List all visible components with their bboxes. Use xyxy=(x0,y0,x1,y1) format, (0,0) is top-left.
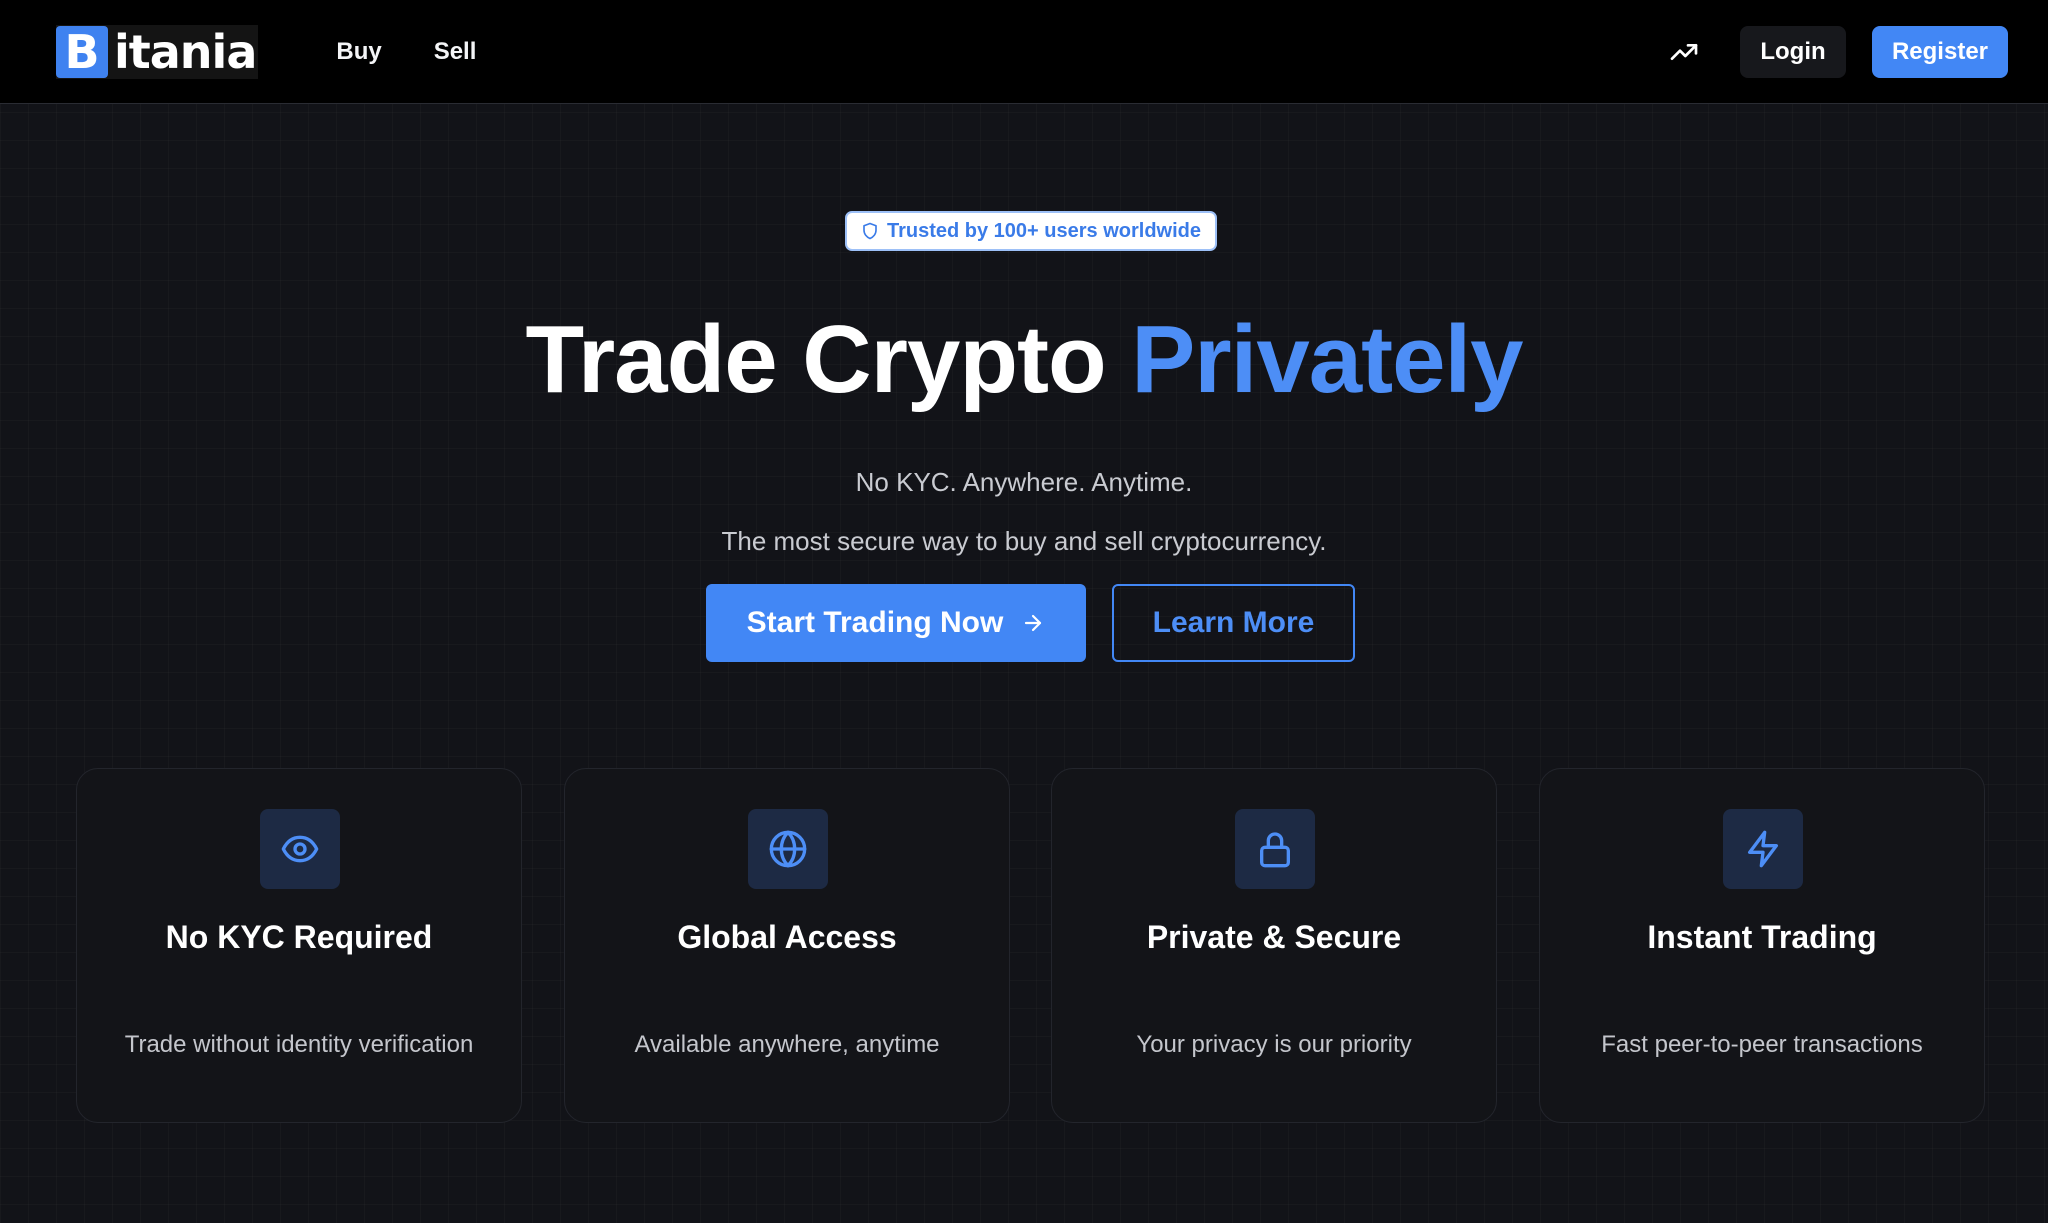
trust-badge: Trusted by 100+ users worldwide xyxy=(845,211,1217,251)
feature-icon-box xyxy=(260,809,340,889)
nav-links: Buy Sell xyxy=(336,38,476,66)
landing-page: B itania Buy Sell Login Register Trusted… xyxy=(0,0,2048,1223)
feature-description: Your privacy is our priority xyxy=(1136,1031,1412,1058)
hero-title: Trade Crypto Privately xyxy=(0,300,2048,420)
feature-card-no-kyc: No KYC Required Trade without identity v… xyxy=(76,768,522,1123)
lock-icon xyxy=(1260,832,1290,868)
navbar: B itania Buy Sell Login Register xyxy=(0,0,2048,104)
feature-card-global-access: Global Access Available anywhere, anytim… xyxy=(564,768,1010,1123)
globe-icon xyxy=(769,830,807,868)
feature-description: Trade without identity verification xyxy=(124,1031,474,1058)
feature-card-instant-trading: Instant Trading Fast peer-to-peer transa… xyxy=(1539,768,1985,1123)
eye-icon xyxy=(281,835,319,863)
feature-title: No KYC Required xyxy=(165,919,433,955)
start-trading-button[interactable]: Start Trading Now xyxy=(706,584,1086,662)
feature-icon-box xyxy=(1235,809,1315,889)
feature-description: Fast peer-to-peer transactions xyxy=(1601,1031,1923,1058)
feature-title: Instant Trading xyxy=(1647,919,1877,955)
feature-icon-box xyxy=(748,809,828,889)
feature-card-private-secure: Private & Secure Your privacy is our pri… xyxy=(1051,768,1497,1123)
shield-icon xyxy=(863,222,877,240)
register-button[interactable]: Register xyxy=(1872,25,2008,78)
logo[interactable]: B itania xyxy=(56,24,259,79)
logo-mark: B xyxy=(56,25,108,78)
hero-subtitle: The most secure way to buy and sell cryp… xyxy=(721,526,1327,556)
feature-icon-box xyxy=(1723,809,1803,889)
logo-text: itania xyxy=(114,24,257,79)
feature-title: Private & Secure xyxy=(1146,919,1402,955)
login-button[interactable]: Login xyxy=(1740,25,1846,78)
hero-tagline: No KYC. Anywhere. Anytime. xyxy=(855,467,1193,497)
lightning-icon xyxy=(1748,830,1778,868)
hero-title-main: Trade Crypto xyxy=(525,306,1106,413)
feature-description: Available anywhere, anytime xyxy=(634,1031,940,1058)
start-trading-label: Start Trading Now xyxy=(746,606,1004,639)
nav-link-sell[interactable]: Sell xyxy=(434,38,477,66)
learn-more-button[interactable]: Learn More xyxy=(1112,584,1355,662)
trending-up-icon[interactable] xyxy=(1668,36,1700,68)
arrow-right-icon xyxy=(1025,614,1042,632)
hero-title-accent: Privately xyxy=(1131,306,1523,413)
trust-badge-text: Trusted by 100+ users worldwide xyxy=(886,219,1201,242)
nav-link-buy[interactable]: Buy xyxy=(336,38,381,66)
feature-title: Global Access xyxy=(677,919,897,955)
nav-actions: Login Register xyxy=(1668,25,2008,78)
